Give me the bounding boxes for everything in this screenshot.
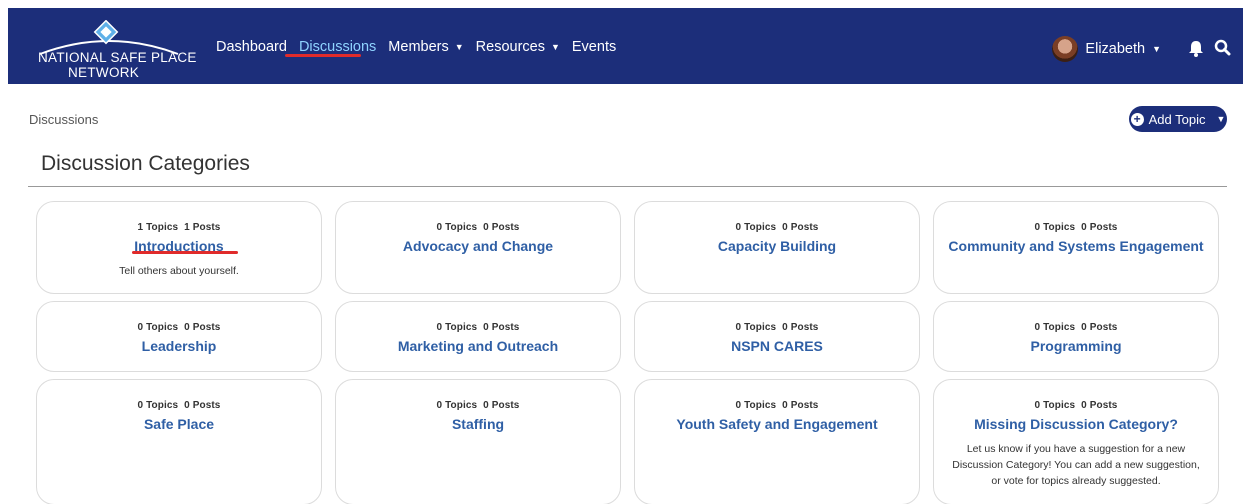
topics-count: 0 Topics [735, 222, 777, 233]
add-topic-label: Add Topic [1148, 111, 1206, 127]
nav-discussions-label: Discussions [298, 39, 377, 55]
category-card[interactable]: 0 Topics 0 Posts Marketing and Outreach [335, 301, 621, 372]
category-title[interactable]: Advocacy and Change [336, 238, 620, 254]
nav-dashboard-label: Dashboard [216, 39, 287, 55]
category-stats: 0 Topics 0 Posts [635, 400, 919, 411]
category-stats: 0 Topics 0 Posts [336, 400, 620, 411]
category-card[interactable]: 0 Topics 0 Posts Capacity Building [634, 201, 920, 294]
posts-count: 0 Posts [184, 400, 221, 411]
category-stats: 0 Topics 0 Posts [934, 400, 1218, 411]
posts-count: 0 Posts [483, 222, 520, 233]
bell-icon[interactable] [1187, 38, 1205, 58]
site-logo[interactable]: NATIONAL SAFE PLACE NETWORK [34, 20, 196, 80]
search-icon[interactable] [1213, 38, 1231, 58]
caret-down-icon: ▼ [1152, 44, 1161, 54]
category-title[interactable]: Safe Place [37, 416, 321, 432]
category-stats: 0 Topics 0 Posts [37, 322, 321, 333]
category-card[interactable]: 0 Topics 0 Posts Missing Discussion Categ… [933, 379, 1219, 504]
category-card[interactable]: 0 Topics 0 Posts Safe Place [36, 379, 322, 504]
category-stats: 0 Topics 0 Posts [635, 222, 919, 233]
category-title[interactable]: Staffing [336, 416, 620, 432]
posts-count: 0 Posts [782, 322, 819, 333]
category-title[interactable]: Youth Safety and Engagement [635, 416, 919, 432]
category-grid: 1 Topics 1 Posts Introductions Tell other… [36, 201, 1219, 504]
title-divider [28, 186, 1227, 187]
category-card[interactable]: 0 Topics 0 Posts Staffing [335, 379, 621, 504]
posts-count: 0 Posts [1081, 400, 1118, 411]
category-title[interactable]: Programming [934, 338, 1218, 354]
avatar [1052, 36, 1079, 62]
category-stats: 0 Topics 0 Posts [635, 322, 919, 333]
main-nav: Dashboard Discussions Members ▼ Resources… [216, 36, 628, 58]
caret-down-icon: ▼ [550, 42, 560, 52]
posts-count: 1 Posts [184, 222, 221, 233]
category-title[interactable]: Leadership [37, 338, 321, 354]
posts-count: 0 Posts [1081, 322, 1118, 333]
category-title[interactable]: Marketing and Outreach [336, 338, 620, 354]
category-stats: 0 Topics 0 Posts [37, 400, 321, 411]
topics-count: 0 Topics [137, 400, 179, 411]
topics-count: 0 Topics [436, 222, 478, 233]
topics-count: 0 Topics [436, 322, 478, 333]
category-stats: 0 Topics 0 Posts [336, 222, 620, 233]
category-card[interactable]: 0 Topics 0 Posts Leadership [36, 301, 322, 372]
posts-count: 0 Posts [782, 222, 819, 233]
category-stats: 0 Topics 0 Posts [934, 322, 1218, 333]
topics-count: 0 Topics [735, 322, 777, 333]
category-stats: 0 Topics 0 Posts [336, 322, 620, 333]
topics-count: 0 Topics [1034, 222, 1076, 233]
nav-members[interactable]: Members ▼ [388, 36, 463, 58]
annotation-underline-introductions [132, 251, 238, 254]
category-stats: 1 Topics 1 Posts [37, 222, 321, 233]
topics-count: 1 Topics [137, 222, 179, 233]
page-title: Discussion Categories [41, 152, 250, 175]
category-card[interactable]: 0 Topics 0 Posts Programming [933, 301, 1219, 372]
nav-members-label: Members [388, 39, 449, 55]
category-title[interactable]: Community and Systems Engagement [934, 238, 1218, 254]
posts-count: 0 Posts [184, 322, 221, 333]
nav-resources-label: Resources [475, 39, 545, 55]
category-title[interactable]: Capacity Building [635, 238, 919, 254]
posts-count: 0 Posts [483, 400, 520, 411]
logo-line1: NATIONAL SAFE PLACE [38, 50, 197, 65]
category-card[interactable]: 0 Topics 0 Posts Advocacy and Change [335, 201, 621, 294]
user-name: Elizabeth [1085, 41, 1146, 57]
topics-count: 0 Topics [1034, 322, 1076, 333]
plus-circle-icon: + [1130, 112, 1144, 126]
breadcrumb[interactable]: Discussions [29, 112, 98, 127]
category-card[interactable]: 0 Topics 0 Posts Community and Systems En… [933, 201, 1219, 294]
topics-count: 0 Topics [436, 400, 478, 411]
category-card[interactable]: 0 Topics 0 Posts NSPN CARES [634, 301, 920, 372]
nav-events[interactable]: Events [572, 36, 616, 58]
annotation-underline-discussions [285, 54, 361, 57]
category-description: Tell others about yourself. [119, 265, 239, 277]
caret-down-icon: ▼ [454, 42, 464, 52]
posts-count: 0 Posts [483, 322, 520, 333]
topics-count: 0 Topics [1034, 400, 1076, 411]
nav-resources[interactable]: Resources ▼ [476, 36, 560, 58]
nav-dashboard[interactable]: Dashboard [216, 36, 287, 58]
nav-events-label: Events [571, 39, 617, 55]
category-card[interactable]: 1 Topics 1 Posts Introductions Tell other… [36, 201, 322, 294]
category-title[interactable]: NSPN CARES [635, 338, 919, 354]
category-description: Let us know if you have a suggestion for… [952, 443, 1200, 487]
logo-line2: NETWORK [68, 65, 140, 80]
posts-count: 0 Posts [1081, 222, 1118, 233]
user-menu[interactable]: Elizabeth ▼ [1052, 36, 1161, 62]
topics-count: 0 Topics [735, 400, 777, 411]
caret-down-icon: ▼ [1216, 114, 1226, 124]
category-title[interactable]: Missing Discussion Category? [934, 416, 1218, 432]
category-stats: 0 Topics 0 Posts [934, 222, 1218, 233]
top-navbar: NATIONAL SAFE PLACE NETWORK Dashboard Di… [8, 8, 1243, 84]
topics-count: 0 Topics [137, 322, 179, 333]
posts-count: 0 Posts [782, 400, 819, 411]
add-topic-button[interactable]: + Add Topic ▼ [1129, 106, 1227, 132]
category-card[interactable]: 0 Topics 0 Posts Youth Safety and Engagem… [634, 379, 920, 504]
